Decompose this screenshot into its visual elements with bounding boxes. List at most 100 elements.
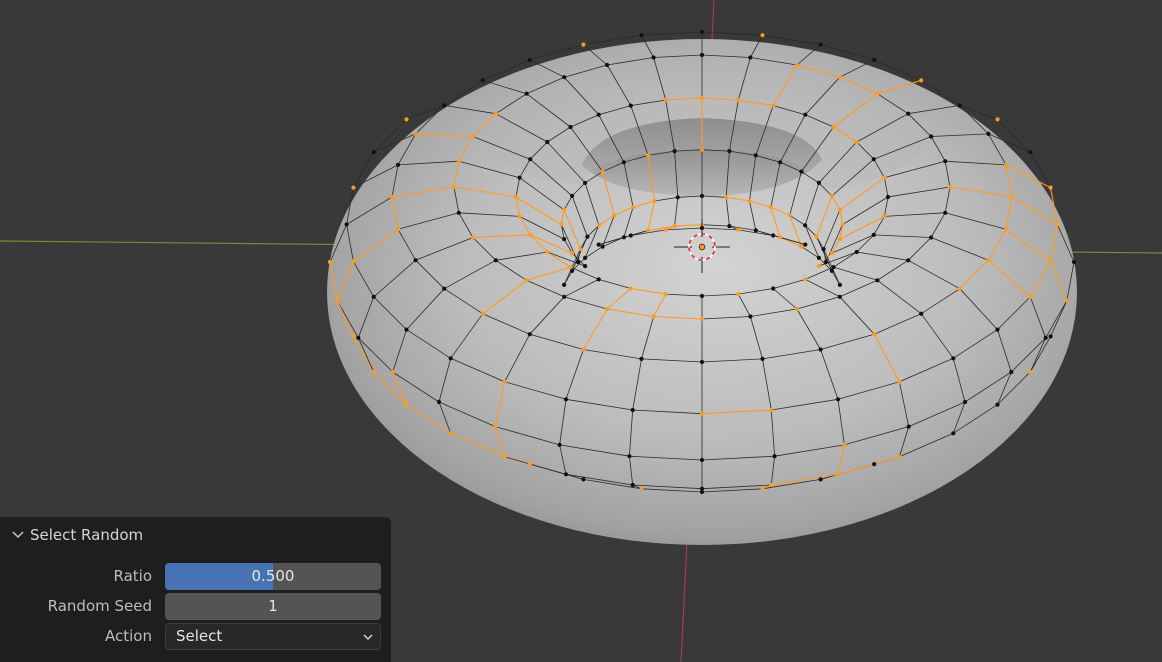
vertex[interactable] <box>404 327 409 332</box>
selected-vertex[interactable] <box>947 184 953 190</box>
vertex[interactable] <box>581 477 586 482</box>
selected-vertex[interactable] <box>897 454 902 459</box>
selected-vertex[interactable] <box>897 379 902 384</box>
vertex[interactable] <box>630 482 635 488</box>
vertex[interactable] <box>545 139 550 145</box>
selected-vertex[interactable] <box>769 407 774 413</box>
vertex[interactable] <box>986 131 991 136</box>
selected-vertex[interactable] <box>771 103 776 108</box>
vertex[interactable] <box>699 457 705 463</box>
vertex[interactable] <box>837 294 842 299</box>
vertex[interactable] <box>528 157 533 162</box>
selected-vertex[interactable] <box>760 486 765 491</box>
vertex[interactable] <box>371 294 376 299</box>
vertex[interactable] <box>771 233 776 238</box>
selected-vertex[interactable] <box>528 232 533 237</box>
selected-vertex[interactable] <box>1009 194 1015 200</box>
selected-vertex[interactable] <box>562 207 567 212</box>
vertex[interactable] <box>570 268 575 273</box>
selected-vertex[interactable] <box>448 431 453 436</box>
vertex[interactable] <box>748 55 753 60</box>
vertex[interactable] <box>821 247 826 252</box>
selected-vertex[interactable] <box>646 153 651 158</box>
vertex[interactable] <box>818 347 823 352</box>
vertex[interactable] <box>639 33 644 38</box>
selected-vertex[interactable] <box>768 205 774 210</box>
vertex[interactable] <box>570 193 575 198</box>
vertex[interactable] <box>803 242 808 247</box>
selected-vertex[interactable] <box>747 198 752 204</box>
torus-mesh[interactable] <box>327 29 1077 545</box>
vertex[interactable] <box>906 111 911 116</box>
selected-vertex[interactable] <box>502 379 507 384</box>
selected-vertex[interactable] <box>986 258 991 263</box>
vertex[interactable] <box>818 477 823 482</box>
vertex[interactable] <box>875 278 880 283</box>
vertex[interactable] <box>818 42 823 47</box>
vertex[interactable] <box>371 150 376 155</box>
vertex[interactable] <box>995 327 1000 332</box>
vertex[interactable] <box>816 180 822 185</box>
vertex[interactable] <box>835 397 841 402</box>
selected-vertex[interactable] <box>480 311 485 316</box>
selected-vertex[interactable] <box>605 306 610 312</box>
vertex[interactable] <box>906 258 911 263</box>
vertex[interactable] <box>778 160 783 165</box>
selected-vertex[interactable] <box>663 292 668 297</box>
vertex[interactable] <box>442 286 447 291</box>
vertex[interactable] <box>557 442 562 447</box>
vertex[interactable] <box>605 62 610 68</box>
vertex[interactable] <box>563 472 569 477</box>
vertex[interactable] <box>1048 334 1053 339</box>
selected-vertex[interactable] <box>1028 294 1033 299</box>
vertex[interactable] <box>1028 150 1033 155</box>
vertex[interactable] <box>480 78 485 83</box>
selected-vertex[interactable] <box>404 117 409 122</box>
action-dropdown[interactable]: Select <box>165 623 381 650</box>
selected-vertex[interactable] <box>794 62 800 68</box>
selected-vertex[interactable] <box>1064 298 1069 303</box>
selected-vertex[interactable] <box>513 194 519 200</box>
selected-vertex[interactable] <box>957 286 962 291</box>
vertex[interactable] <box>951 356 956 361</box>
vertex[interactable] <box>871 232 876 237</box>
vertex[interactable] <box>596 277 601 282</box>
selected-vertex[interactable] <box>882 214 887 219</box>
selected-vertex[interactable] <box>404 402 409 407</box>
selected-vertex[interactable] <box>581 42 586 47</box>
selected-vertex[interactable] <box>837 207 843 212</box>
selected-vertex[interactable] <box>787 213 792 218</box>
vertex[interactable] <box>995 402 1000 407</box>
vertex[interactable] <box>803 112 808 117</box>
vertex[interactable] <box>527 57 532 63</box>
selected-vertex[interactable] <box>699 411 705 416</box>
selected-vertex[interactable] <box>1048 259 1053 264</box>
selected-vertex[interactable] <box>1055 222 1060 227</box>
selected-vertex[interactable] <box>570 251 575 256</box>
selected-vertex[interactable] <box>545 249 550 255</box>
selected-vertex[interactable] <box>837 237 843 242</box>
vertex[interactable] <box>344 222 349 227</box>
selected-vertex[interactable] <box>799 244 804 249</box>
vertex[interactable] <box>563 397 569 402</box>
selected-vertex[interactable] <box>371 369 376 374</box>
vertex[interactable] <box>413 258 418 263</box>
selected-vertex[interactable] <box>995 117 1000 122</box>
vertex[interactable] <box>524 91 529 96</box>
vertex[interactable] <box>583 264 588 269</box>
selected-vertex[interactable] <box>646 228 651 233</box>
selected-vertex[interactable] <box>672 224 677 229</box>
selected-vertex[interactable] <box>724 195 729 200</box>
vertex[interactable] <box>951 431 956 436</box>
selected-vertex[interactable] <box>760 33 765 38</box>
vertex[interactable] <box>929 134 934 139</box>
vertex[interactable] <box>872 462 877 467</box>
selected-vertex[interactable] <box>736 292 741 297</box>
vertex[interactable] <box>600 244 605 249</box>
vertex[interactable] <box>906 424 911 429</box>
selected-vertex[interactable] <box>527 462 532 467</box>
vertex[interactable] <box>772 454 777 459</box>
vertex[interactable] <box>699 193 705 199</box>
vertex[interactable] <box>837 282 843 287</box>
vertex[interactable] <box>436 399 442 405</box>
